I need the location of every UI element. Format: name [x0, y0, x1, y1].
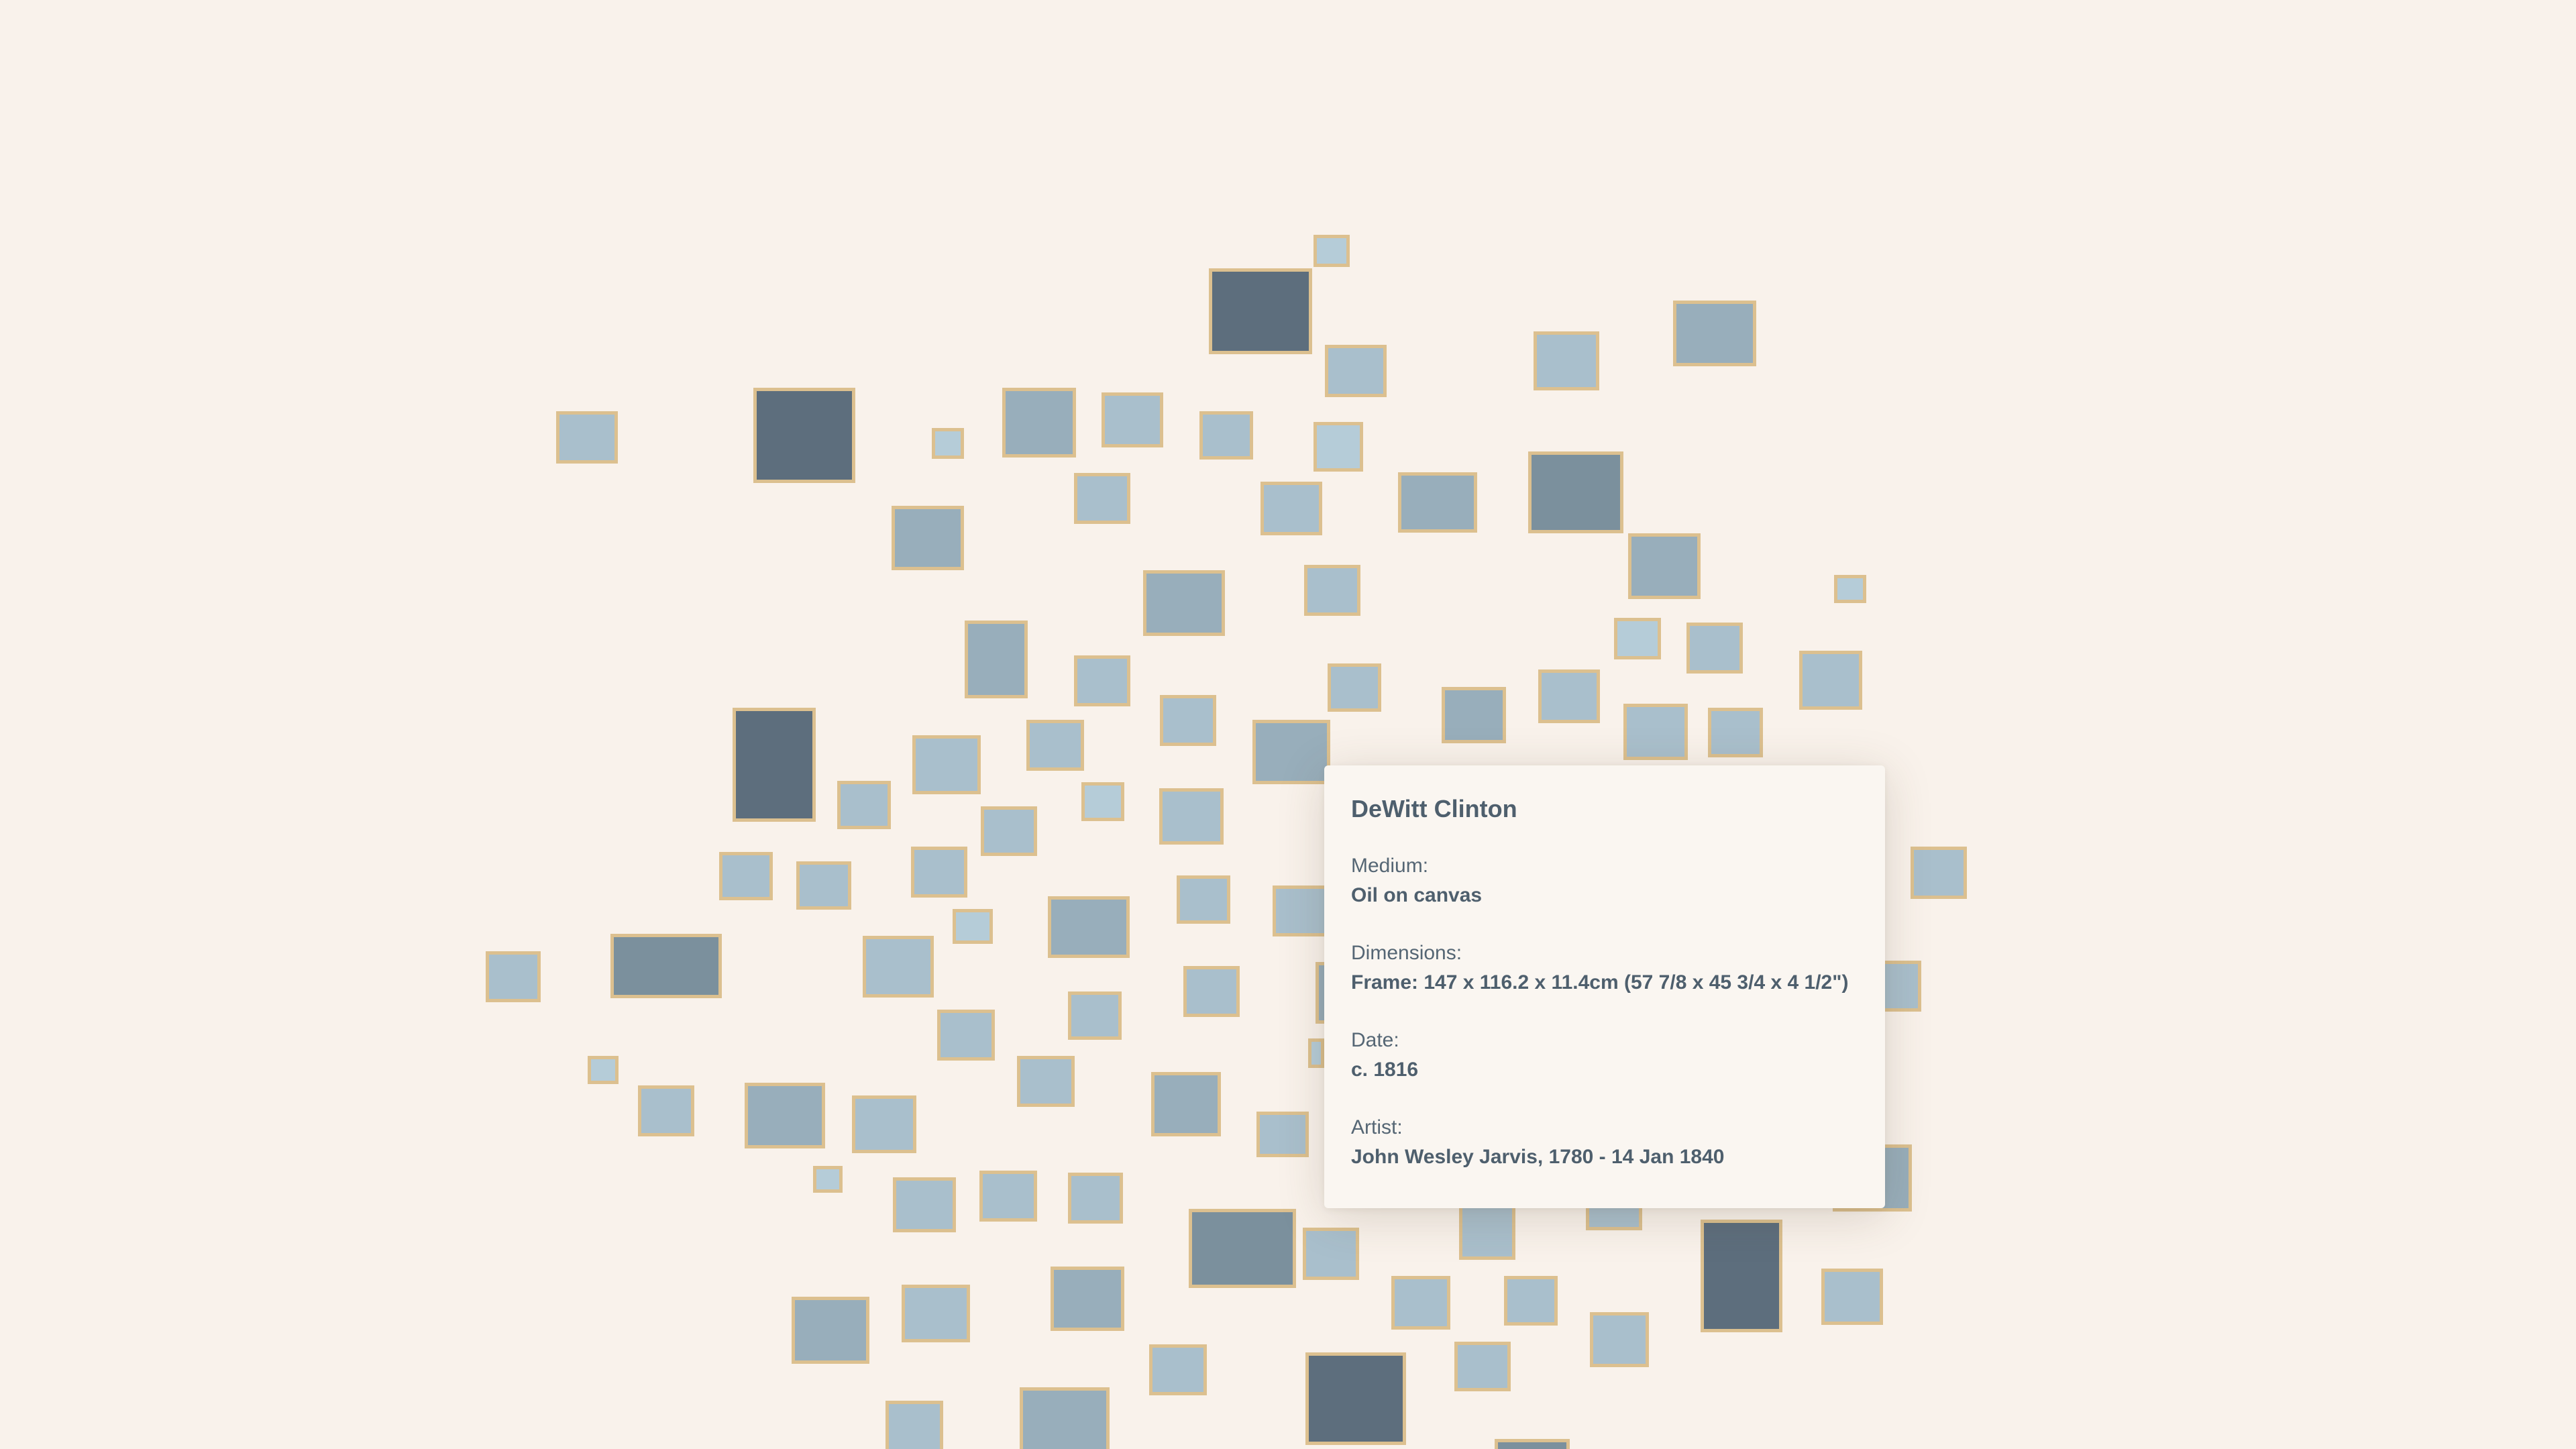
- artwork-thumbnail[interactable]: [1701, 1220, 1782, 1332]
- artwork-thumbnail[interactable]: [1081, 782, 1124, 821]
- artwork-thumbnail[interactable]: [902, 1285, 970, 1342]
- artwork-thumbnail[interactable]: [1273, 885, 1329, 936]
- artwork-thumbnail[interactable]: [965, 621, 1028, 698]
- artwork-thumbnail[interactable]: [1020, 1387, 1110, 1449]
- artwork-thumbnail[interactable]: [912, 735, 981, 794]
- artwork-thumbnail[interactable]: [1504, 1276, 1558, 1326]
- artwork-thumbnail[interactable]: [1304, 565, 1360, 616]
- artwork-thumbnail[interactable]: [1102, 392, 1163, 447]
- artwork-thumbnail[interactable]: [911, 847, 967, 898]
- artwork-tooltip: DeWitt Clinton Medium: Oil on canvas Dim…: [1324, 765, 1885, 1208]
- artwork-thumbnail[interactable]: [1495, 1439, 1570, 1449]
- artwork-thumbnail[interactable]: [1159, 788, 1224, 845]
- tooltip-title: DeWitt Clinton: [1351, 795, 1517, 822]
- artwork-thumbnail[interactable]: [1528, 451, 1623, 533]
- artwork-thumbnail[interactable]: [1252, 720, 1330, 784]
- artwork-thumbnail[interactable]: [979, 1171, 1037, 1222]
- dimensions-label: Dimensions:: [1351, 942, 1462, 964]
- artwork-thumbnail[interactable]: [1391, 1276, 1450, 1330]
- artwork-thumbnail[interactable]: [1614, 618, 1661, 659]
- artwork-thumbnail[interactable]: [1686, 623, 1743, 674]
- artwork-thumbnail[interactable]: [1199, 411, 1253, 460]
- artwork-thumbnail[interactable]: [1305, 1352, 1406, 1445]
- artwork-thumbnail[interactable]: [719, 852, 773, 900]
- artwork-thumbnail[interactable]: [893, 1177, 956, 1232]
- artwork-thumbnail[interactable]: [1051, 1267, 1124, 1331]
- date-label: Date:: [1351, 1029, 1399, 1051]
- artwork-thumbnail[interactable]: [1151, 1072, 1221, 1136]
- artwork-thumbnail[interactable]: [1834, 575, 1866, 603]
- artwork-thumbnail[interactable]: [610, 934, 722, 998]
- tooltip-date: Date: c. 1816: [1351, 1026, 1858, 1085]
- artwork-thumbnail[interactable]: [1534, 331, 1599, 390]
- artwork-thumbnail[interactable]: [1189, 1209, 1296, 1288]
- artist-value: John Wesley Jarvis, 1780 - 14 Jan 1840: [1351, 1146, 1725, 1168]
- artwork-thumbnail[interactable]: [1074, 655, 1130, 706]
- tooltip-medium: Medium: Oil on canvas: [1351, 851, 1858, 910]
- artwork-thumbnail[interactable]: [1398, 472, 1477, 533]
- artwork-thumbnail[interactable]: [1026, 720, 1084, 771]
- artwork-thumbnail[interactable]: [1209, 268, 1312, 354]
- artwork-thumbnail[interactable]: [1303, 1228, 1359, 1280]
- artwork-thumbnail[interactable]: [1068, 1173, 1123, 1224]
- artwork-thumbnail[interactable]: [892, 506, 964, 570]
- artwork-thumbnail[interactable]: [813, 1166, 843, 1193]
- artwork-thumbnail[interactable]: [753, 388, 855, 483]
- artwork-thumbnail[interactable]: [863, 936, 934, 998]
- artwork-thumbnail[interactable]: [745, 1083, 825, 1148]
- artwork-thumbnail[interactable]: [1911, 847, 1967, 899]
- artwork-thumbnail[interactable]: [1017, 1056, 1075, 1107]
- artwork-thumbnail[interactable]: [1590, 1312, 1649, 1367]
- artwork-thumbnail[interactable]: [1074, 473, 1130, 524]
- artwork-thumbnail[interactable]: [1149, 1344, 1207, 1395]
- tooltip-dimensions: Dimensions: Frame: 147 x 116.2 x 11.4cm …: [1351, 938, 1858, 998]
- artwork-thumbnail[interactable]: [852, 1095, 916, 1153]
- artwork-thumbnail[interactable]: [1313, 235, 1350, 267]
- artwork-thumbnail[interactable]: [1308, 1038, 1324, 1068]
- artwork-thumbnail[interactable]: [932, 428, 964, 459]
- artwork-thumbnail[interactable]: [638, 1085, 694, 1136]
- date-value: c. 1816: [1351, 1059, 1419, 1081]
- artwork-thumbnail[interactable]: [837, 781, 891, 829]
- artwork-thumbnail[interactable]: [1068, 991, 1122, 1040]
- artwork-thumbnail[interactable]: [981, 806, 1037, 856]
- artwork-thumbnail[interactable]: [1821, 1269, 1883, 1325]
- artwork-thumbnail[interactable]: [1623, 704, 1688, 760]
- artwork-thumbnail[interactable]: [1183, 966, 1240, 1017]
- artwork-thumbnail[interactable]: [1799, 651, 1862, 710]
- artwork-thumbnail[interactable]: [1628, 533, 1701, 599]
- dimensions-value: Frame: 147 x 116.2 x 11.4cm (57 7/8 x 45…: [1351, 971, 1849, 994]
- medium-label: Medium:: [1351, 855, 1429, 877]
- artwork-thumbnail[interactable]: [1313, 422, 1363, 472]
- artwork-thumbnail[interactable]: [1143, 570, 1225, 636]
- artwork-thumbnail[interactable]: [1160, 695, 1216, 746]
- artwork-thumbnail[interactable]: [1256, 1112, 1309, 1157]
- artwork-thumbnail[interactable]: [588, 1056, 619, 1084]
- artwork-thumbnail[interactable]: [792, 1297, 869, 1364]
- artwork-thumbnail[interactable]: [1454, 1342, 1511, 1391]
- artwork-thumbnail[interactable]: [1328, 663, 1381, 712]
- artwork-thumbnail[interactable]: [1177, 875, 1230, 924]
- artwork-thumbnail[interactable]: [1673, 301, 1756, 366]
- artwork-thumbnail[interactable]: [1459, 1203, 1515, 1260]
- artwork-thumbnail[interactable]: [1442, 687, 1506, 743]
- artwork-scatter-field: [0, 0, 2576, 1449]
- artwork-thumbnail[interactable]: [1002, 388, 1076, 458]
- tooltip-artist: Artist: John Wesley Jarvis, 1780 - 14 Ja…: [1351, 1113, 1858, 1172]
- artwork-thumbnail[interactable]: [1325, 345, 1387, 397]
- artwork-thumbnail[interactable]: [953, 909, 993, 944]
- artwork-thumbnail[interactable]: [796, 861, 851, 910]
- artwork-thumbnail[interactable]: [1538, 669, 1600, 723]
- artwork-thumbnail[interactable]: [733, 708, 816, 822]
- artwork-thumbnail[interactable]: [1048, 896, 1130, 958]
- artwork-thumbnail[interactable]: [556, 411, 618, 464]
- medium-value: Oil on canvas: [1351, 884, 1483, 906]
- artwork-thumbnail[interactable]: [1260, 482, 1322, 535]
- artwork-thumbnail[interactable]: [486, 951, 541, 1002]
- artwork-thumbnail[interactable]: [885, 1401, 943, 1449]
- artist-label: Artist:: [1351, 1116, 1403, 1138]
- artwork-thumbnail[interactable]: [1708, 708, 1763, 757]
- artwork-thumbnail[interactable]: [937, 1010, 995, 1061]
